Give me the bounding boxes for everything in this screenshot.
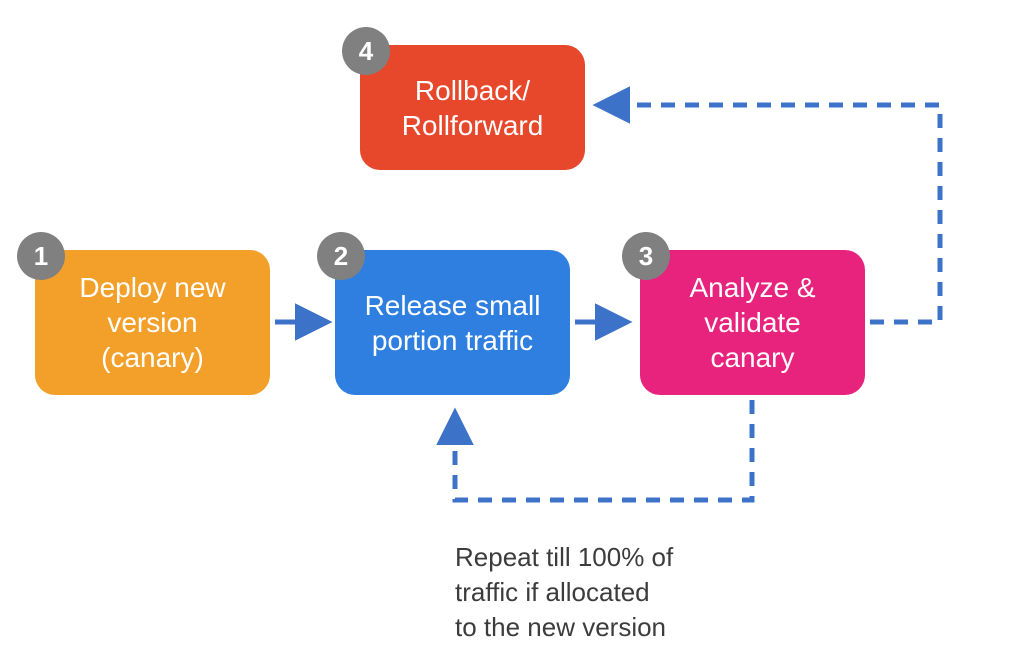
diagram-canvas: Deploy newversion(canary) 1 Release smal… bbox=[0, 0, 1024, 659]
step-label: Rollback/Rollforward bbox=[402, 73, 544, 143]
step-label: Deploy newversion(canary) bbox=[79, 270, 225, 375]
caption-text: Repeat till 100% oftraffic if allocatedt… bbox=[455, 542, 673, 642]
arrow-loop-analyze-to-release bbox=[455, 400, 752, 500]
step-badge-4: 4 bbox=[342, 27, 390, 75]
step-box-deploy: Deploy newversion(canary) bbox=[35, 250, 270, 395]
step-badge-1: 1 bbox=[17, 232, 65, 280]
step-number: 1 bbox=[34, 241, 48, 272]
step-label: Analyze &validatecanary bbox=[689, 270, 815, 375]
step-box-analyze: Analyze &validatecanary bbox=[640, 250, 865, 395]
step-label: Release smallportion traffic bbox=[365, 288, 541, 358]
step-number: 4 bbox=[359, 36, 373, 67]
step-number: 3 bbox=[639, 241, 653, 272]
loop-caption: Repeat till 100% oftraffic if allocatedt… bbox=[455, 540, 795, 645]
step-box-rollback: Rollback/Rollforward bbox=[360, 45, 585, 170]
step-box-release: Release smallportion traffic bbox=[335, 250, 570, 395]
step-badge-2: 2 bbox=[317, 232, 365, 280]
step-badge-3: 3 bbox=[622, 232, 670, 280]
step-number: 2 bbox=[334, 241, 348, 272]
